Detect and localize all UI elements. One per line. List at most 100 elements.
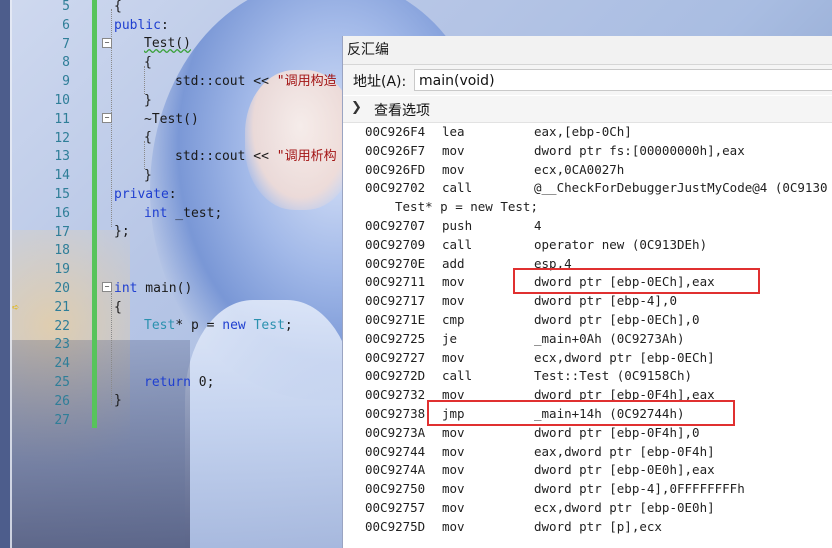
disasm-mnemonic: mov [442, 500, 465, 515]
disasm-mnemonic: mov [442, 142, 465, 158]
disasm-address: 00C92757 [365, 500, 426, 515]
code-line-8: { [144, 55, 152, 70]
disasm-mnemonic: add [442, 255, 465, 271]
disasm-mnemonic: mov [442, 161, 465, 177]
disasm-mnemonic: mov [442, 293, 465, 309]
disasm-address: 00C92750 [365, 481, 426, 497]
code-line-6: public: [114, 18, 169, 33]
disasm-operands: _main+0Ah (0C9273Ah) [534, 330, 685, 346]
line-number: 9 [62, 74, 70, 90]
code-line-13: std::cout << "调用析构 [175, 149, 337, 164]
disasm-operands: dword ptr [ebp-4],0 [534, 293, 677, 309]
editor-margin[interactable] [0, 0, 10, 548]
highlight-operator-new [513, 268, 760, 294]
address-input[interactable]: main(void) [414, 69, 832, 91]
disasm-mnemonic: mov [442, 481, 465, 497]
disasm-operands: dword ptr [ebp-4],0FFFFFFFFh [534, 481, 745, 497]
disasm-mnemonic: call [442, 236, 473, 252]
line-number: 22 [54, 318, 70, 334]
line-number: 23 [54, 337, 70, 353]
line-number: 14 [54, 168, 70, 184]
line-number: 11 [54, 111, 70, 127]
line-number: 7 [62, 36, 70, 52]
disasm-address: 00C92738 [365, 406, 426, 421]
disasm-operands: eax,[ebp-0Ch] [534, 124, 632, 139]
disasm-mnemonic: mov [442, 349, 465, 365]
disassembly-window[interactable]: 反汇编 地址(A): main(void) ❯ 查看选项 00C926F4 lea… [342, 36, 832, 548]
line-number: 21 [54, 299, 70, 315]
disasm-mnemonic: mov [442, 443, 465, 459]
line-number: 19 [54, 262, 70, 278]
disasm-mnemonic: mov [442, 518, 465, 534]
disasm-mnemonic: je [442, 330, 458, 346]
disassembly-tab-title[interactable]: 反汇编 [343, 36, 832, 65]
source-line: Test* p = new Test; [395, 199, 538, 215]
disasm-address: 00C9272D [365, 368, 426, 384]
code-line-25: return 0; [144, 375, 215, 390]
code-line-16: int _test; [144, 206, 223, 221]
line-number: 24 [54, 356, 70, 372]
address-label: 地址(A): [353, 74, 407, 90]
disasm-mnemonic: lea [442, 124, 465, 139]
line-number: 15 [54, 187, 70, 202]
disasm-address: 00C92744 [365, 443, 426, 459]
code-line-10: } [144, 93, 152, 108]
disasm-address: 00C9271E [365, 312, 426, 327]
line-number: 8 [62, 55, 70, 71]
view-options-toggle[interactable]: ❯ 查看选项 [343, 96, 832, 123]
code-line-14: } [144, 168, 152, 183]
disasm-operands: dword ptr fs:[00000000h],eax [534, 142, 745, 158]
disasm-address: 00C9270E [365, 255, 426, 271]
code-editor[interactable]: − − − { public: Test() { std::cout << "调… [100, 0, 342, 548]
line-number: 10 [54, 93, 70, 108]
disasm-operands: dword ptr [p],ecx [534, 518, 662, 534]
disasm-address: 00C92707 [365, 218, 426, 233]
disasm-operands: Test::Test (0C9158Ch) [534, 368, 693, 384]
disasm-operands: operator new (0C913DEh) [534, 236, 708, 252]
disasm-address: 00C92732 [365, 387, 426, 403]
code-line-17: }; [114, 224, 130, 239]
line-number: 13 [54, 149, 70, 165]
disasm-operands: eax,dword ptr [ebp-0F4h] [534, 443, 715, 459]
disasm-address: 00C9273A [365, 424, 426, 440]
change-tracking-bar [92, 0, 97, 428]
highlight-constructor-call [427, 400, 735, 426]
disasm-mnemonic: call [442, 180, 473, 196]
chevron-down-icon[interactable]: ❯ [351, 100, 362, 115]
disasm-operands: dword ptr [ebp-0ECh],0 [534, 312, 700, 327]
disasm-mnemonic: cmp [442, 312, 465, 327]
instruction-pointer-arrow-icon: ➪ [12, 300, 20, 314]
disasm-operands: ecx,dword ptr [ebp-0E0h] [534, 500, 715, 515]
collapse-toggle-icon[interactable]: − [102, 38, 112, 48]
disasm-address: 00C926FD [365, 161, 426, 177]
disasm-operands: 4 [534, 218, 542, 233]
code-line-15: private: [114, 187, 177, 202]
disasm-mnemonic: mov [442, 462, 465, 478]
line-number: 25 [54, 375, 70, 390]
collapse-toggle-icon[interactable]: − [102, 282, 112, 292]
code-line-22: Test* p = new Test; [144, 318, 293, 333]
code-line-7: Test() [144, 36, 191, 51]
line-number: 5 [62, 0, 70, 14]
collapse-toggle-icon[interactable]: − [102, 113, 112, 123]
disasm-mnemonic: push [442, 218, 473, 233]
disasm-address: 00C9275D [365, 518, 426, 534]
disassembly-listing[interactable]: 00C926F4 lea eax,[ebp-0Ch] 00C926F7 mov dword… [343, 122, 832, 548]
code-line-20: int main() [114, 281, 193, 296]
line-number: 12 [54, 130, 70, 146]
line-number: 20 [54, 281, 70, 296]
disasm-address: 00C92709 [365, 236, 426, 252]
disasm-address: 00C926F7 [365, 142, 426, 158]
disasm-address: 00C92702 [365, 180, 426, 196]
editor-margin-divider [10, 0, 12, 548]
code-line-9: std::cout << "调用构造 [175, 74, 337, 89]
disasm-address: 00C92717 [365, 293, 426, 309]
disasm-address: 00C926F4 [365, 124, 426, 139]
code-line-12: { [144, 130, 152, 145]
line-number: 17 [54, 224, 70, 240]
line-number: 18 [54, 243, 70, 259]
line-number: 6 [62, 17, 70, 33]
disasm-address: 00C92711 [365, 274, 426, 290]
view-options-label: 查看选项 [374, 103, 430, 119]
code-line-21: { [114, 300, 122, 315]
